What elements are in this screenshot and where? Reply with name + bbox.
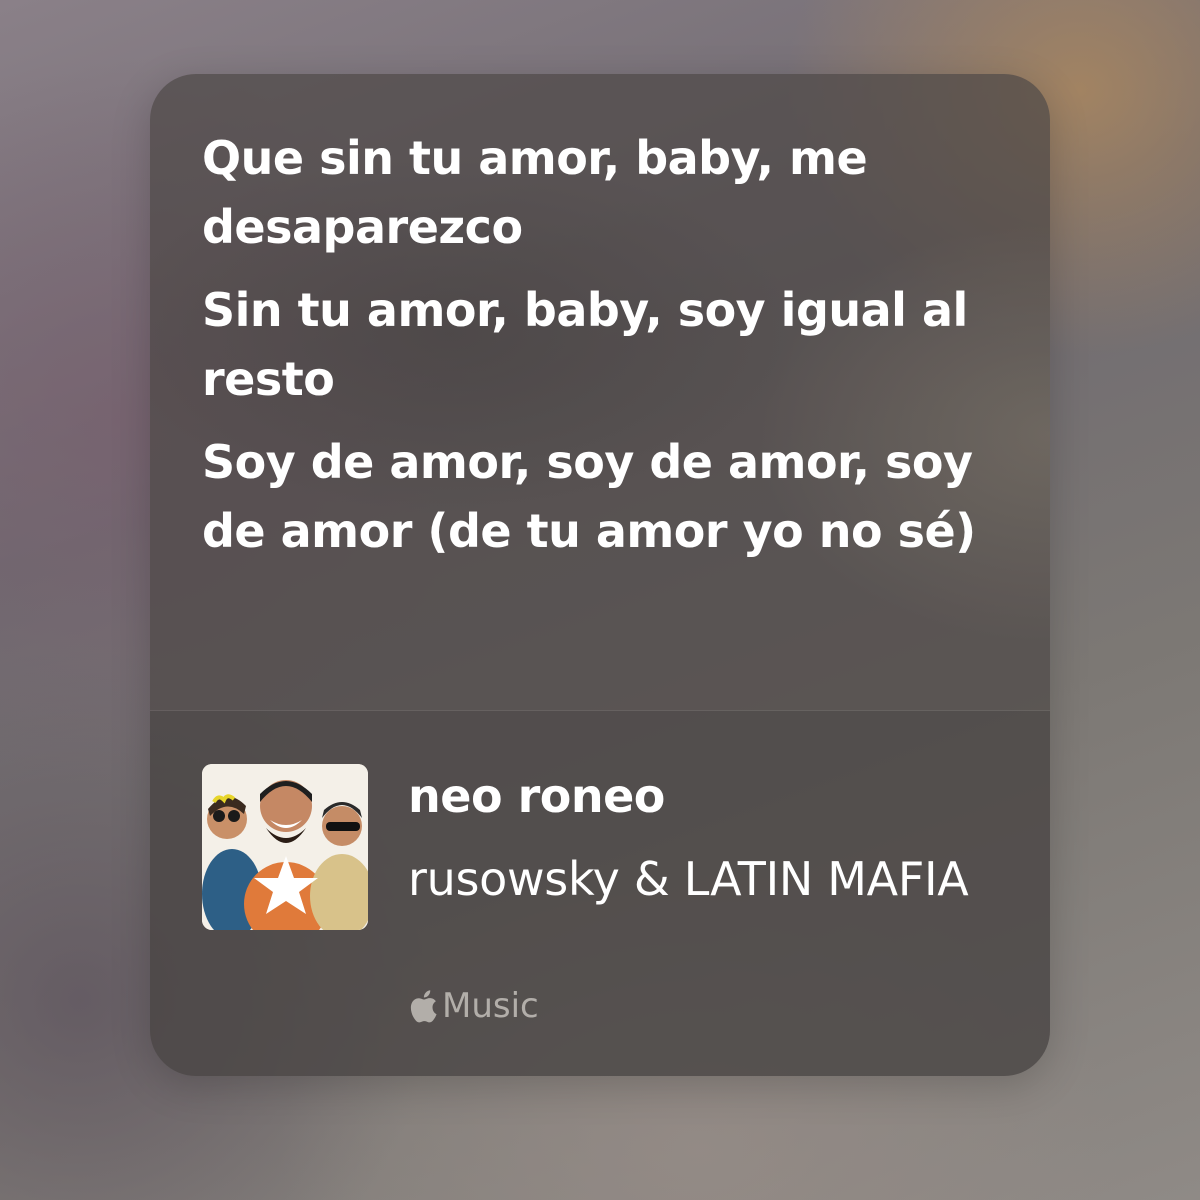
apple-logo-icon: [408, 989, 438, 1023]
service-label: Music: [442, 986, 539, 1026]
song-title[interactable]: neo roneo: [408, 766, 665, 826]
apple-music-badge[interactable]: Music: [408, 984, 539, 1028]
album-artwork[interactable]: [202, 764, 368, 930]
song-artist[interactable]: rusowsky & LATIN MAFIA: [408, 840, 1008, 918]
lyrics-share-card: Que sin tu amor, baby, me desaparezco Si…: [150, 74, 1050, 1076]
album-artwork-image: [202, 764, 368, 930]
lyric-line: Sin tu amor, baby, soy igual al resto: [202, 283, 968, 406]
lyric-line: Que sin tu amor, baby, me desaparezco: [202, 131, 868, 254]
lyric-line: Soy de amor, soy de amor, soy de amor (d…: [202, 435, 976, 558]
divider: [150, 710, 1050, 711]
lyrics-block: Que sin tu amor, baby, me desaparezco Si…: [202, 124, 1022, 580]
